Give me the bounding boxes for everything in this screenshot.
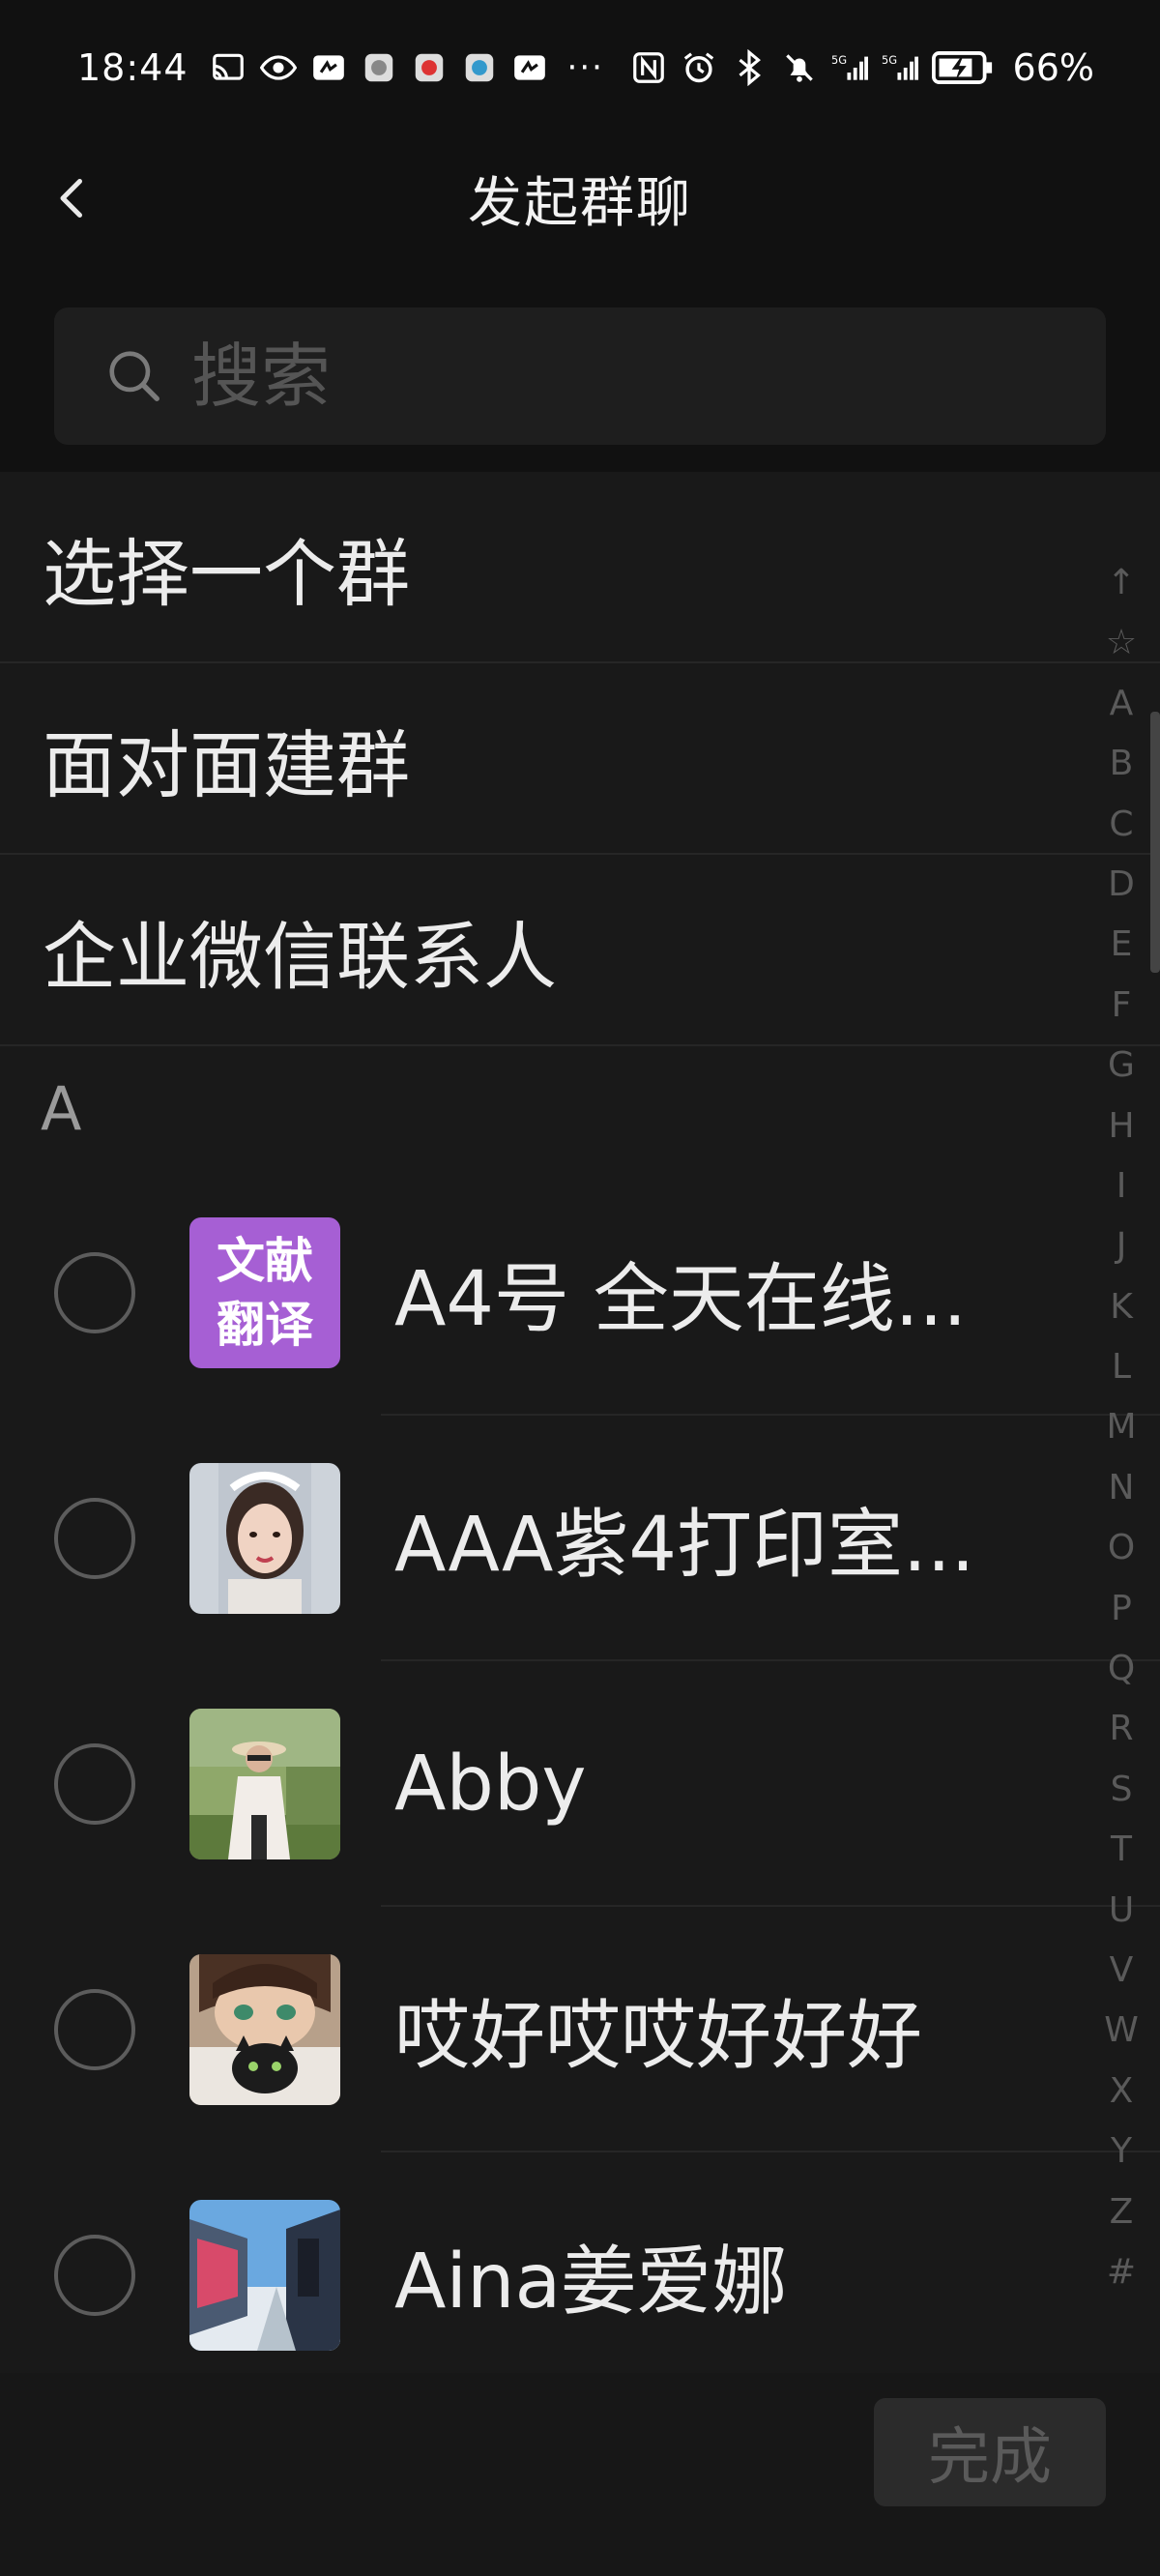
anime-cat-icon xyxy=(189,1954,340,2105)
signal-5g-icon: 5G xyxy=(831,49,868,86)
cast-icon xyxy=(210,49,246,86)
index-letter[interactable]: F xyxy=(1112,976,1132,1036)
index-letter[interactable]: G xyxy=(1108,1036,1135,1096)
contact-row[interactable]: 文献 翻译 A4号 全天在线... xyxy=(0,1170,1160,1416)
contact-row[interactable]: Aina姜爱娜 xyxy=(0,2152,1160,2373)
svg-text:5G: 5G xyxy=(831,53,847,67)
index-letter[interactable]: N xyxy=(1109,1458,1135,1518)
photo-street-icon xyxy=(189,2200,340,2351)
index-letter[interactable]: Y xyxy=(1111,2122,1132,2181)
index-letter[interactable]: S xyxy=(1111,1760,1133,1820)
contact-row[interactable]: Abby xyxy=(0,1661,1160,1907)
index-letter[interactable]: L xyxy=(1112,1337,1131,1397)
more-indicator: ··· xyxy=(566,48,604,87)
index-letter[interactable]: Q xyxy=(1108,1639,1135,1699)
app-icon xyxy=(310,49,347,86)
index-letter[interactable]: T xyxy=(1111,1820,1132,1880)
search-box[interactable] xyxy=(54,307,1106,445)
index-letter[interactable]: O xyxy=(1108,1518,1135,1578)
search-input[interactable] xyxy=(191,336,1106,417)
index-letter[interactable]: B xyxy=(1110,734,1134,794)
signal-5g-icon: 5G xyxy=(882,49,918,86)
scrollbar[interactable] xyxy=(1150,712,1160,973)
section-header-a: A xyxy=(41,1072,82,1144)
avatar: 文献 翻译 xyxy=(189,1217,340,1368)
contact-list-area: 选择一个群 面对面建群 企业微信联系人 A 文献 翻译 A4号 全天在线... xyxy=(0,472,1160,2373)
contact-row[interactable]: 哎好哎哎好好好 xyxy=(0,1907,1160,2152)
index-letter[interactable]: A xyxy=(1110,674,1134,734)
chevron-left-icon xyxy=(60,179,82,218)
index-letter[interactable]: C xyxy=(1109,795,1133,855)
index-letter[interactable]: M xyxy=(1106,1397,1136,1457)
menu-item-label: 选择一个群 xyxy=(43,531,410,617)
bottom-bar: 完成 xyxy=(0,2373,1160,2576)
avatar-text: 翻译 xyxy=(217,1297,314,1353)
menu-item-label: 企业微信联系人 xyxy=(43,914,557,1000)
select-checkbox[interactable] xyxy=(54,1989,135,2070)
index-letter[interactable]: R xyxy=(1109,1699,1133,1759)
battery-percent: 66% xyxy=(1012,46,1094,89)
index-letter[interactable]: J xyxy=(1116,1216,1127,1276)
contact-name: AAA紫4打印室... xyxy=(394,1502,975,1589)
page-title: 发起群聊 xyxy=(468,171,692,235)
index-letter[interactable]: Z xyxy=(1110,2182,1134,2242)
photo-outdoor-icon xyxy=(189,1709,340,1859)
battery-icon xyxy=(931,49,994,86)
alarm-icon xyxy=(681,49,717,86)
contact-name: A4号 全天在线... xyxy=(394,1256,968,1343)
app-icon xyxy=(511,49,548,86)
select-checkbox[interactable] xyxy=(54,2235,135,2316)
status-bar: 18:44 ··· 5G 5G 66% xyxy=(0,0,1160,135)
mute-icon xyxy=(781,49,818,86)
contact-row[interactable]: AAA紫4打印室... xyxy=(0,1416,1160,1661)
index-letter[interactable]: H xyxy=(1108,1097,1134,1156)
select-checkbox[interactable] xyxy=(54,1743,135,1825)
select-checkbox[interactable] xyxy=(54,1252,135,1333)
status-time: 18:44 xyxy=(77,46,188,89)
index-letter[interactable]: D xyxy=(1108,855,1135,915)
app-icon xyxy=(461,49,498,86)
search-icon xyxy=(109,351,160,401)
index-letter[interactable]: W xyxy=(1104,2001,1139,2061)
app-icon xyxy=(361,49,397,86)
index-letter[interactable]: I xyxy=(1116,1156,1127,1216)
alphabet-index[interactable]: ↑ ☆ A B C D E F G H I J K L M N O P Q R … xyxy=(1094,553,1148,2302)
menu-item-label: 面对面建群 xyxy=(43,722,410,808)
index-letter[interactable]: P xyxy=(1111,1579,1132,1639)
index-letter[interactable]: # xyxy=(1107,2242,1136,2302)
index-letter[interactable]: V xyxy=(1110,1941,1134,2001)
face-to-face-group-item[interactable]: 面对面建群 xyxy=(0,663,1160,855)
done-button[interactable]: 完成 xyxy=(874,2398,1106,2506)
index-letter[interactable]: ☆ xyxy=(1106,613,1137,673)
photo-woman-icon xyxy=(189,1463,340,1614)
select-group-item[interactable]: 选择一个群 xyxy=(0,472,1160,663)
bluetooth-icon xyxy=(731,49,768,86)
index-letter[interactable]: X xyxy=(1110,2062,1134,2122)
eye-icon xyxy=(259,49,297,86)
enterprise-wechat-contacts-item[interactable]: 企业微信联系人 xyxy=(0,855,1160,1046)
index-letter[interactable]: K xyxy=(1110,1277,1133,1337)
contact-name: Abby xyxy=(394,1741,587,1828)
index-letter[interactable]: ↑ xyxy=(1107,553,1136,613)
search-section xyxy=(0,282,1160,472)
svg-text:5G: 5G xyxy=(882,53,897,67)
select-checkbox[interactable] xyxy=(54,1498,135,1579)
contact-name: 哎好哎哎好好好 xyxy=(394,1993,923,2080)
header: 发起群聊 xyxy=(0,135,1160,261)
screen: 18:44 ··· 5G 5G 66% 发起群聊 搜索 选择一个群 面对面建群 … xyxy=(0,0,1160,2576)
app-icon xyxy=(411,49,448,86)
index-letter[interactable]: E xyxy=(1111,915,1133,975)
index-letter[interactable]: U xyxy=(1109,1881,1134,1941)
back-button[interactable] xyxy=(39,164,106,232)
contact-name: Aina姜爱娜 xyxy=(394,2239,788,2326)
nfc-icon xyxy=(630,49,667,86)
avatar-text: 文献 xyxy=(217,1233,313,1289)
